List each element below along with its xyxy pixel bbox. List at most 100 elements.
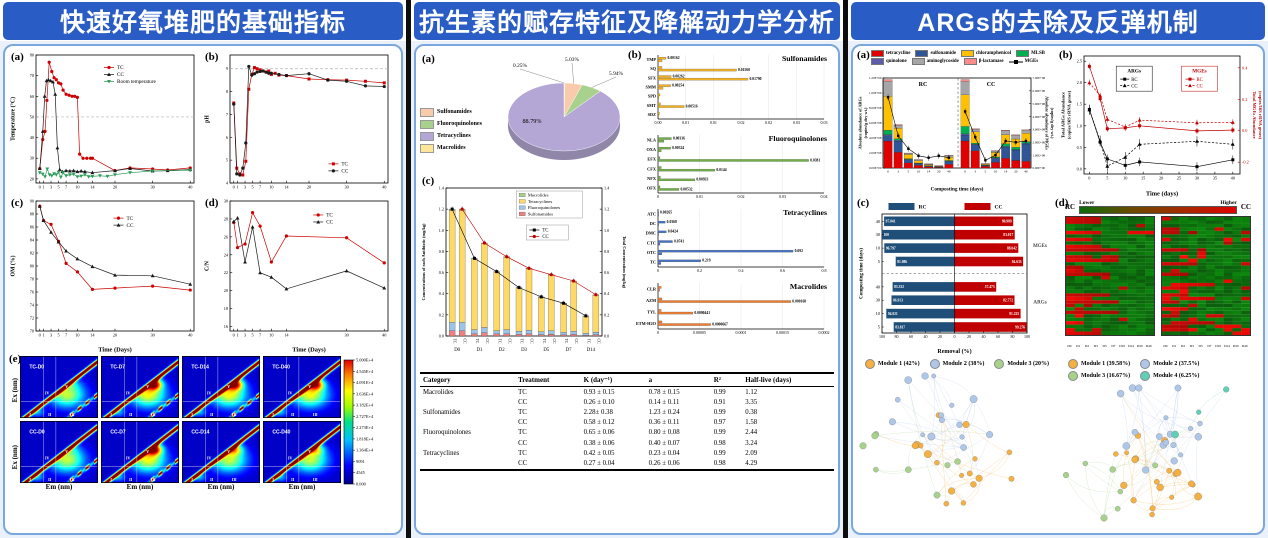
svg-text:0: 0 [657,330,659,335]
module-legend-item: Module 2 (37.5%) [1140,359,1199,369]
tag-b: (b) [205,52,218,63]
svg-text:14: 14 [90,185,95,190]
svg-text:MGEs: MGEs [1033,243,1047,249]
em-label: Em (nm) [263,483,341,491]
svg-text:CC: CC [574,339,578,345]
module-label: Module 1 (39.58%) [1081,361,1130,367]
svg-text:2.273E+4: 2.273E+4 [356,425,374,430]
graphical-abstract: 快速好氧堆肥的基础指标 (a) 203040506070800135710142… [0,0,1268,538]
legend-swatch [420,144,434,153]
svg-text:D40: D40 [1242,344,1248,348]
svg-text:ETM-H2O: ETM-H2O [636,321,657,326]
svg-text:1.0: 1.0 [1077,123,1082,128]
svg-text:10: 10 [75,333,79,338]
table-cell: TC [515,448,581,458]
table-cell: 2.28± 0.38 [581,407,646,417]
svg-text:0.00324: 0.00324 [672,146,684,150]
legend-swatch [961,50,974,57]
svg-text:28: 28 [224,216,228,221]
table-cell: 0.65 ± 0.06 [581,428,646,438]
svg-text:57.473: 57.473 [985,285,995,289]
pie-legend-item: Tetracyclines [420,132,494,141]
ph-chart: (b) 456789013571014203040TCCCpH [203,50,397,196]
svg-text:D0: D0 [1067,344,1071,348]
heatmap-cc: D0D1D2D3D5D7D10D14D20D40 [1161,216,1251,349]
svg-text:0.00162: 0.00162 [668,56,680,60]
svg-text:10: 10 [269,333,273,338]
eem-map-TC-D40 [263,356,341,418]
svg-text:3.00E+08: 3.00E+08 [1033,128,1046,132]
svg-text:OFX: OFX [647,186,657,191]
legend-swatch [915,50,928,57]
table-cell: 0.98 [711,438,743,448]
svg-text:Macrolides: Macrolides [528,193,549,198]
args-legend-item: MGEs [1009,58,1039,65]
svg-text:0.00: 0.00 [655,120,662,125]
svg-text:0.4: 0.4 [1242,65,1248,70]
antibiotic-pie-svg: 0.25%5.03%5.94%88.79% [494,51,624,179]
svg-text:CC: CC [552,339,556,345]
svg-text:CFX: CFX [647,166,657,171]
table-cell: 0.93 ± 0.15 [581,387,646,398]
green-red-gradient [1079,206,1237,214]
eem-map-TC-D0 [20,356,98,418]
svg-text:20: 20 [967,334,971,339]
ex-label: Ex (nm) [11,445,19,469]
svg-text:3: 3 [244,333,246,338]
table-cell: 0.80 ± 0.08 [646,428,711,438]
svg-text:D5: D5 [1199,344,1203,348]
svg-text:0: 0 [1088,176,1090,181]
eem-map-TC-D14 [182,356,260,418]
table-cell [420,418,515,428]
table-cell: 0.99 [711,387,743,398]
svg-text:30: 30 [344,333,348,338]
svg-text:40: 40 [1231,176,1235,181]
module-dot [1140,359,1150,369]
svg-text:4: 4 [226,181,229,186]
svg-text:C/N: C/N [205,260,211,271]
svg-text:100: 100 [1024,334,1030,339]
module-label: Module 2 (37.5%) [1153,361,1199,367]
svg-text:81.086: 81.086 [897,260,907,264]
svg-text:Room temperature: Room temperature [117,79,156,85]
svg-text:1.5: 1.5 [1077,102,1082,107]
table-cell: 0.40 ± 0.07 [646,438,711,448]
antibiotic-bars-block: (b) 0.000.010.010.020.020.030.03TMP0.001… [628,50,834,368]
heatmap-cc-columns: D0D1D2D3D5D7D10D14D20D40 [1161,341,1249,349]
svg-text:0.00933: 0.00933 [696,178,708,182]
svg-text:D0: D0 [1163,344,1167,348]
svg-text:RC: RC [919,205,927,211]
svg-text:6.00E+08: 6.00E+08 [869,121,882,125]
tag-b: (b) [1059,50,1072,61]
svg-text:TC: TC [520,339,524,344]
svg-text:CC: CC [127,223,134,229]
table-cell: 0.99 [711,428,743,438]
svg-text:30: 30 [224,199,228,204]
antibiotic-pie-block: (a) SulfonamidesFluoroquinolonesTetracyc… [420,50,626,180]
svg-text:30: 30 [30,156,34,161]
svg-text:82: 82 [30,251,34,256]
svg-text:1.818E+4: 1.818E+4 [356,436,374,441]
table-cell: Tetracyclines [420,448,515,458]
svg-text:0: 0 [39,333,41,338]
svg-text:0.0: 0.0 [1077,166,1082,171]
legend-label: β-lactamase [979,59,1004,64]
cn-svg: 16182022242628300135710143040TCCCC/NTime… [203,196,393,354]
svg-text:20: 20 [30,176,34,181]
svg-text:D1: D1 [1076,344,1080,348]
svg-text:D2: D2 [1085,344,1089,348]
svg-text:14: 14 [90,333,95,338]
svg-text:14: 14 [927,170,931,174]
svg-text:5: 5 [878,324,881,329]
svg-text:CC: CC [1131,84,1137,89]
eem-map-CC-D40 [263,421,341,483]
svg-text:0.219: 0.219 [702,259,710,263]
svg-text:Fluoroquinolones: Fluoroquinolones [769,134,827,143]
legend-label: aminoglycoside [927,59,959,64]
svg-text:40: 40 [876,284,881,289]
table-header: a [646,373,711,387]
svg-text:NFX: NFX [647,176,657,181]
svg-text:83.817: 83.817 [895,325,905,329]
svg-text:0.2: 0.2 [604,312,609,317]
table-cell: 0.36 ± 0.11 [646,418,711,428]
